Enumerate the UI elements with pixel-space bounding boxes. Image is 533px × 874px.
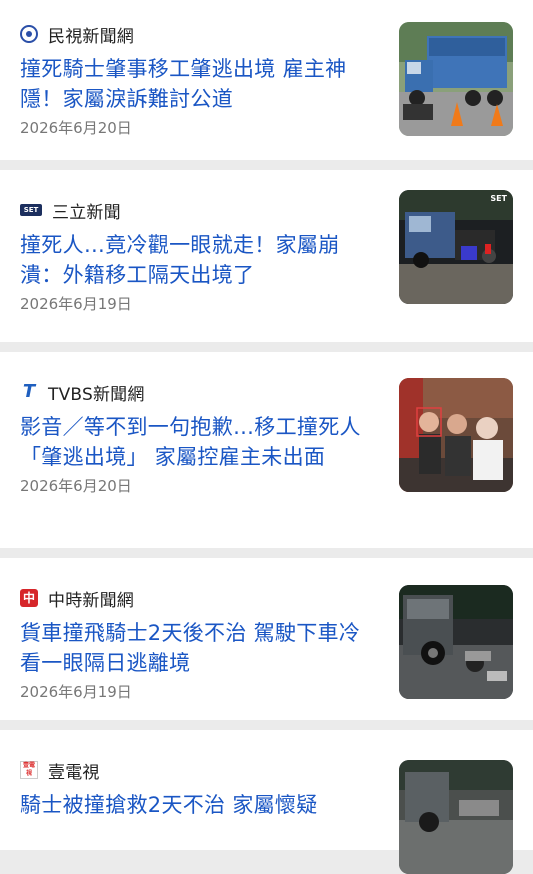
article-thumbnail[interactable] [399,585,513,699]
source-name: 民視新聞網 [48,26,134,47]
article-thumbnail[interactable] [399,378,513,492]
source-name: 壹電視 [48,762,100,783]
news-card[interactable]: T TVBS新聞網 影音／等不到一句抱歉…移工撞死人「肇逃出境」 家屬控雇主未出… [0,352,533,548]
article-thumbnail[interactable]: SET [399,190,513,304]
minshi-logo-icon [20,25,38,43]
tvbs-logo-icon: T [22,381,36,402]
source-name: 中時新聞網 [48,590,134,611]
source-name: TVBS新聞網 [48,384,145,405]
news-card[interactable]: 壹電視 壹電視 騎士被撞搶救2天不治 家屬懷疑 [0,730,533,874]
news-card[interactable]: 民視新聞網 撞死騎士肇事移工肇逃出境 雇主神隱！家屬淚訴難討公道 2026年6月… [0,0,533,160]
article-thumbnail[interactable] [399,22,513,136]
chinatimes-logo-icon: 中 [20,589,38,607]
article-title-link[interactable]: 影音／等不到一句抱歉…移工撞死人「肇逃出境」 家屬控雇主未出面 [20,412,380,472]
article-title-link[interactable]: 撞死騎士肇事移工肇逃出境 雇主神隱！家屬淚訴難討公道 [20,54,380,114]
news-card[interactable]: SET 三立新聞 撞死人…竟冷觀一眼就走！家屬崩潰：外籍移工隔天出境了 2026… [0,170,533,342]
nexttv-logo-icon: 壹電視 [20,761,38,779]
source-name: 三立新聞 [52,202,121,223]
set-logo-icon: SET [20,204,42,216]
article-title-link[interactable]: 貨車撞飛騎士2天後不治 駕駛下車冷看一眼隔日逃離境 [20,618,380,678]
news-card[interactable]: 中 中時新聞網 貨車撞飛騎士2天後不治 駕駛下車冷看一眼隔日逃離境 2026年6… [0,558,533,720]
article-title-link[interactable]: 騎士被撞搶救2天不治 家屬懷疑 [20,790,380,820]
article-thumbnail[interactable] [399,760,513,874]
news-feed: 民視新聞網 撞死騎士肇事移工肇逃出境 雇主神隱！家屬淚訴難討公道 2026年6月… [0,0,533,874]
article-title-link[interactable]: 撞死人…竟冷觀一眼就走！家屬崩潰：外籍移工隔天出境了 [20,230,380,290]
thumbnail-watermark: SET [490,194,507,203]
